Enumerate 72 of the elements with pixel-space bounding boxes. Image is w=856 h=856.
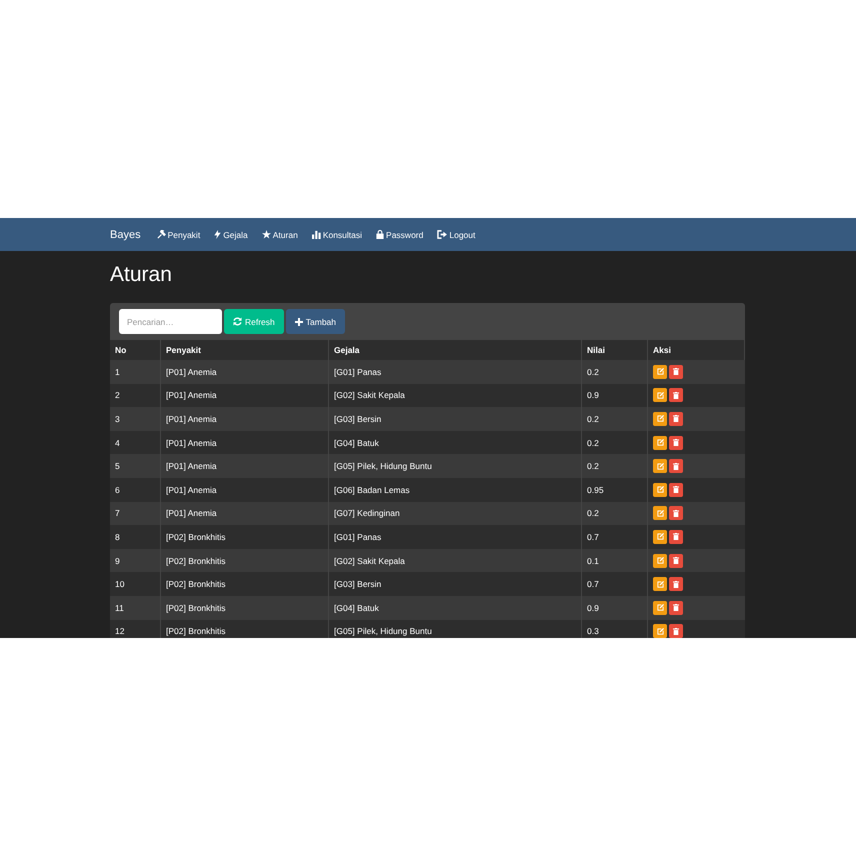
refresh-icon — [233, 317, 242, 326]
nav-link[interactable]: Konsultasi — [312, 230, 362, 240]
edit-icon — [656, 557, 664, 564]
delete-button[interactable] — [669, 459, 683, 474]
trash-icon — [673, 580, 679, 588]
trash-icon — [673, 604, 679, 612]
edit-icon — [656, 392, 664, 399]
delete-button[interactable] — [669, 530, 683, 544]
edit-icon — [656, 628, 664, 635]
trash-icon — [673, 510, 679, 517]
edit-icon — [656, 439, 664, 446]
edit-button[interactable] — [653, 577, 667, 592]
table-cell: [P02] Bronkhitis — [160, 620, 328, 638]
edit-icon — [656, 510, 664, 517]
logout-icon — [437, 230, 448, 239]
trash-icon — [673, 439, 679, 446]
edit-icon — [656, 368, 664, 376]
trash-icon — [673, 392, 679, 399]
edit-button[interactable] — [653, 364, 667, 379]
bar-chart-icon — [312, 230, 321, 239]
edit-button[interactable] — [653, 436, 667, 450]
column-header: No — [110, 340, 160, 360]
star-icon — [262, 230, 271, 239]
delete-button[interactable] — [669, 388, 683, 402]
delete-button[interactable] — [669, 554, 683, 568]
edit-button[interactable] — [653, 554, 667, 568]
trash-icon — [673, 486, 679, 494]
delete-button[interactable] — [669, 364, 683, 379]
trash-icon — [673, 628, 679, 635]
bolt-icon — [214, 230, 222, 239]
edit-icon — [656, 580, 664, 588]
edit-button[interactable] — [653, 482, 667, 497]
delete-button[interactable] — [669, 436, 683, 450]
edit-icon — [656, 415, 664, 422]
page-title: Aturan — [110, 263, 173, 287]
edit-button[interactable] — [653, 600, 667, 615]
table-cell: 12 — [110, 620, 160, 638]
table-cell: [G05] Pilek, Hidung Buntu — [328, 620, 582, 638]
nav-link[interactable]: Password — [376, 230, 424, 240]
delete-button[interactable] — [669, 412, 683, 426]
search-field[interactable]: Pencarian… — [119, 309, 222, 334]
edit-button[interactable] — [653, 459, 667, 474]
nav-link[interactable]: Logout — [437, 230, 476, 240]
delete-button[interactable] — [669, 482, 683, 497]
add-button[interactable]: Tambah — [286, 309, 346, 334]
trash-icon — [673, 533, 679, 540]
edit-icon — [656, 486, 664, 494]
column-header: Aksi — [648, 340, 744, 360]
trash-icon — [673, 462, 679, 470]
plus-icon — [294, 318, 303, 326]
delete-button[interactable] — [669, 577, 683, 592]
delete-button[interactable] — [669, 600, 683, 615]
trash-icon — [673, 415, 679, 422]
edit-button[interactable] — [653, 506, 667, 520]
table-cell: 0.3 — [582, 620, 648, 638]
edit-icon — [656, 604, 664, 612]
column-header: Nilai — [582, 340, 648, 360]
column-header: Penyakit — [160, 340, 328, 360]
delete-button[interactable] — [669, 506, 683, 520]
trash-icon — [673, 557, 679, 564]
trash-icon — [673, 368, 679, 376]
edit-icon — [656, 462, 664, 470]
nav-link[interactable]: Penyakit — [156, 230, 200, 240]
nav-link[interactable]: Gejala — [214, 230, 248, 240]
edit-button[interactable] — [653, 530, 667, 544]
edit-icon — [656, 533, 664, 540]
edit-button[interactable] — [653, 388, 667, 402]
nav-link[interactable]: Aturan — [262, 230, 298, 240]
lock-icon — [376, 230, 384, 239]
column-header: Gejala — [328, 340, 582, 360]
brand-link[interactable]: Bayes — [110, 228, 141, 240]
edit-button[interactable] — [653, 412, 667, 426]
